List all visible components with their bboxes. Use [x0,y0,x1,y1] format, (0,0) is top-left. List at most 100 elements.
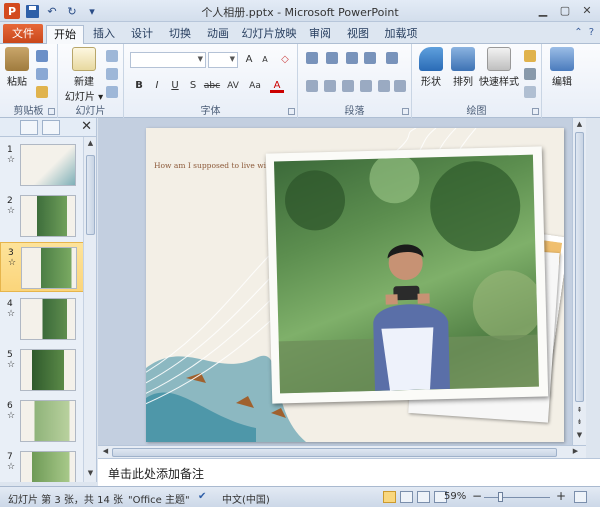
shape-effects-icon[interactable] [524,86,536,98]
zoom-out-button[interactable]: − [472,489,482,503]
paragraph-launcher[interactable] [402,108,409,115]
tab-animations[interactable]: 动画 [200,25,236,44]
tab-slideshow[interactable]: 幻灯片放映 [238,25,300,44]
increase-indent-icon[interactable] [364,52,376,64]
cut-icon[interactable] [36,50,48,62]
zoom-in-button[interactable]: + [556,489,566,503]
slide-preview [20,451,76,482]
normal-view-icon[interactable] [383,491,396,503]
tab-transitions[interactable]: 切换 [162,25,198,44]
zoom-slider-knob[interactable] [498,492,503,502]
align-left-icon[interactable] [306,80,318,92]
theme-status[interactable]: "Office 主题" [128,491,190,506]
columns-icon[interactable] [378,80,390,92]
slide-thumbnail-2[interactable]: 2 ☆ [0,191,83,241]
font-launcher[interactable] [288,108,295,115]
tab-view[interactable]: 视图 [340,25,376,44]
text-direction-icon[interactable] [394,80,406,92]
drawing-launcher[interactable] [532,108,539,115]
bold-button[interactable]: B [132,79,146,93]
close-pane-icon[interactable]: ✕ [81,119,92,134]
reading-view-icon[interactable] [417,491,430,503]
numbering-icon[interactable] [326,52,338,64]
quick-styles-button[interactable]: 快速样式 [478,47,520,88]
help-icon[interactable]: ? [589,27,594,38]
tab-review[interactable]: 审阅 [302,25,338,44]
grow-font-button[interactable]: A [242,53,256,67]
tab-insert[interactable]: 插入 [86,25,122,44]
slide-thumbnail-1[interactable]: 1 ☆ [0,140,83,190]
line-spacing-icon[interactable] [386,52,398,64]
copy-icon[interactable] [36,68,48,80]
tab-addins[interactable]: 加载项 [378,25,424,44]
slides-pane-header: ✕ [0,118,97,137]
slides-tab[interactable] [20,120,38,135]
outline-tab[interactable] [42,120,60,135]
thumbnails-scrollbar[interactable]: ▲ ▼ [84,137,97,482]
scroll-down-arrow[interactable]: ▼ [85,469,96,480]
next-slide-button[interactable]: ⇟ [574,418,585,429]
slide-scrollbar[interactable]: ▲ ⇞ ⇟ ▼ [572,118,586,445]
shape-outline-icon[interactable] [524,68,536,80]
slide-sorter-icon[interactable] [400,491,413,503]
arrange-button[interactable]: 排列 [448,47,478,88]
bullets-icon[interactable] [306,52,318,64]
prev-slide-button[interactable]: ⇞ [574,406,585,417]
zoom-slider-track[interactable] [484,497,550,498]
scroll-thumb[interactable] [86,155,95,235]
scroll-right-arrow[interactable]: ▶ [570,447,581,458]
paste-button[interactable]: 粘贴 [4,47,30,88]
fit-to-window-icon[interactable] [574,491,587,503]
scroll-left-arrow[interactable]: ◀ [100,447,111,458]
shrink-font-button[interactable]: A [258,53,272,67]
slide-horizontal-scrollbar[interactable]: ◀ ▶ [98,445,586,458]
language-status[interactable]: 中文(中国) [222,491,270,506]
layout-icon[interactable] [106,50,118,62]
scroll-up-arrow[interactable]: ▲ [85,139,96,150]
h-scroll-thumb[interactable] [112,448,557,457]
shadow-button[interactable]: S [186,79,200,93]
slide-thumbnail-7[interactable]: 7 ☆ [0,447,83,482]
format-painter-icon[interactable] [36,86,48,98]
decrease-indent-icon[interactable] [346,52,358,64]
shapes-button[interactable]: 形状 [416,47,446,88]
slide-scroll-up[interactable]: ▲ [574,120,585,131]
minimize-ribbon-icon[interactable]: ⌃ [574,27,582,38]
notes-placeholder[interactable]: 单击此处添加备注 [108,465,204,482]
strikethrough-button[interactable]: abc [202,79,222,93]
current-slide[interactable]: How am I supposed to live without You [146,128,564,442]
align-center-icon[interactable] [324,80,336,92]
slide-scroll-thumb[interactable] [575,132,584,402]
change-case-button[interactable]: Aa [246,79,264,93]
font-color-button[interactable]: A [270,79,284,93]
clear-format-button[interactable]: ◇ [278,53,292,67]
minimize-button[interactable]: ▁ [534,2,552,18]
tab-design[interactable]: 设计 [124,25,160,44]
font-size-combo[interactable]: ▼ [208,52,238,68]
new-slide-button[interactable]: 新建 幻灯片 ▾ [64,47,104,103]
slide-scroll-down[interactable]: ▼ [574,431,585,442]
shape-fill-icon[interactable] [524,50,536,62]
italic-button[interactable]: I [150,79,164,93]
photo-frame-main[interactable] [265,146,549,404]
slide-thumbnail-3[interactable]: 3 ☆ [0,242,83,292]
justify-icon[interactable] [360,80,372,92]
slide-thumbnail-5[interactable]: 5 ☆ [0,345,83,395]
reset-icon[interactable] [106,68,118,80]
spell-check-icon[interactable]: ✔ [198,491,206,502]
underline-button[interactable]: U [168,79,182,93]
slide-thumbnail-4[interactable]: 4 ☆ [0,294,83,344]
clipboard-launcher[interactable] [48,108,55,115]
tab-file[interactable]: 文件 [3,24,43,43]
editing-button[interactable]: 编辑 [548,47,576,88]
notes-pane[interactable]: 单击此处添加备注 [98,458,600,486]
section-icon[interactable] [106,86,118,98]
align-right-icon[interactable] [342,80,354,92]
font-family-combo[interactable]: ▼ [130,52,206,68]
tab-home[interactable]: 开始 [46,25,84,44]
restore-button[interactable]: ▢ [556,2,574,18]
slide-thumbnail-6[interactable]: 6 ☆ [0,396,83,446]
char-spacing-button[interactable]: AV [224,79,242,93]
zoom-level[interactable]: 59% [444,491,466,502]
close-button[interactable]: ✕ [578,2,596,18]
